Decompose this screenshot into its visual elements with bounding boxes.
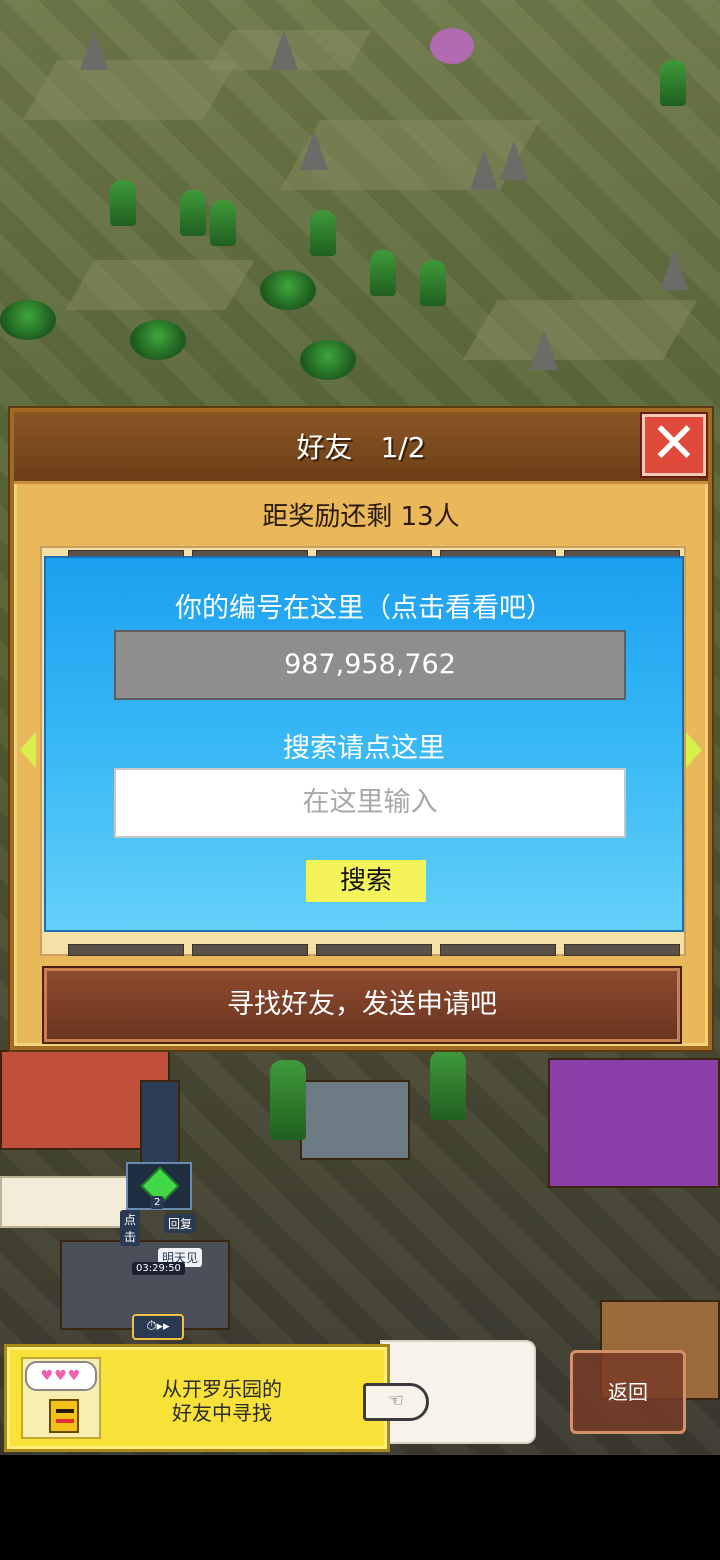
fast-forward-icon: ⏱▸▸ bbox=[146, 1319, 170, 1334]
hud-side-card[interactable]: 点击 bbox=[0, 1176, 141, 1246]
plank-row-bottom bbox=[68, 944, 680, 956]
player-id-caption: 你的编号在这里（点击看看吧） bbox=[175, 593, 553, 624]
back-button[interactable]: 返回 bbox=[570, 1350, 686, 1434]
find-from-kairo-friends-panel[interactable]: ♥♥♥ 从开罗乐园的 好友中寻找 ☜ bbox=[4, 1344, 429, 1452]
badge-level: 2 bbox=[150, 1196, 165, 1209]
reward-remaining-text: 距奖励还剩 13人 bbox=[262, 502, 460, 532]
helper-text-line2: 好友中寻找 bbox=[172, 1401, 272, 1425]
close-icon: ✕ bbox=[650, 411, 698, 476]
kairobot-icon bbox=[49, 1399, 79, 1433]
find-friends-button[interactable]: 寻找好友，发送申请吧 bbox=[44, 968, 680, 1042]
hud-gem-badge[interactable]: 2 bbox=[126, 1162, 192, 1210]
close-button[interactable]: ✕ bbox=[642, 414, 706, 476]
friends-dialog: 好友 1/2 ✕ 距奖励还剩 13人 你的编号在这里（点击看看吧） 987,95… bbox=[10, 408, 712, 1050]
friend-id-search-input[interactable]: 在这里输入 bbox=[114, 768, 626, 838]
bottom-black-bar bbox=[0, 1455, 720, 1560]
hud-timer-label: 03:29:50 bbox=[132, 1262, 185, 1275]
dialog-title: 好友 1/2 bbox=[296, 431, 426, 464]
hearts-bubble: ♥♥♥ bbox=[25, 1361, 97, 1391]
next-page-arrow-icon[interactable] bbox=[686, 732, 702, 768]
hud-click-label: 点击 bbox=[120, 1210, 141, 1246]
helper-text-line1: 从开罗乐园的 bbox=[162, 1377, 282, 1401]
search-caption: 搜索请点这里 bbox=[283, 733, 445, 764]
friend-search-panel: 你的编号在这里（点击看看吧） 987,958,762 搜索请点这里 在这里输入 … bbox=[44, 556, 684, 932]
hud-recover-label: 回复 bbox=[164, 1214, 197, 1233]
search-button[interactable]: 搜索 bbox=[306, 860, 426, 902]
fast-forward-button[interactable]: ⏱▸▸ bbox=[132, 1314, 184, 1340]
helper-text: 从开罗乐园的 好友中寻找 bbox=[127, 1377, 317, 1425]
player-id-box[interactable]: 987,958,762 bbox=[114, 630, 626, 700]
pointing-hand-icon: ☜ bbox=[363, 1383, 429, 1421]
helper-portrait: ♥♥♥ bbox=[21, 1357, 101, 1439]
prev-page-arrow-icon[interactable] bbox=[20, 732, 36, 768]
